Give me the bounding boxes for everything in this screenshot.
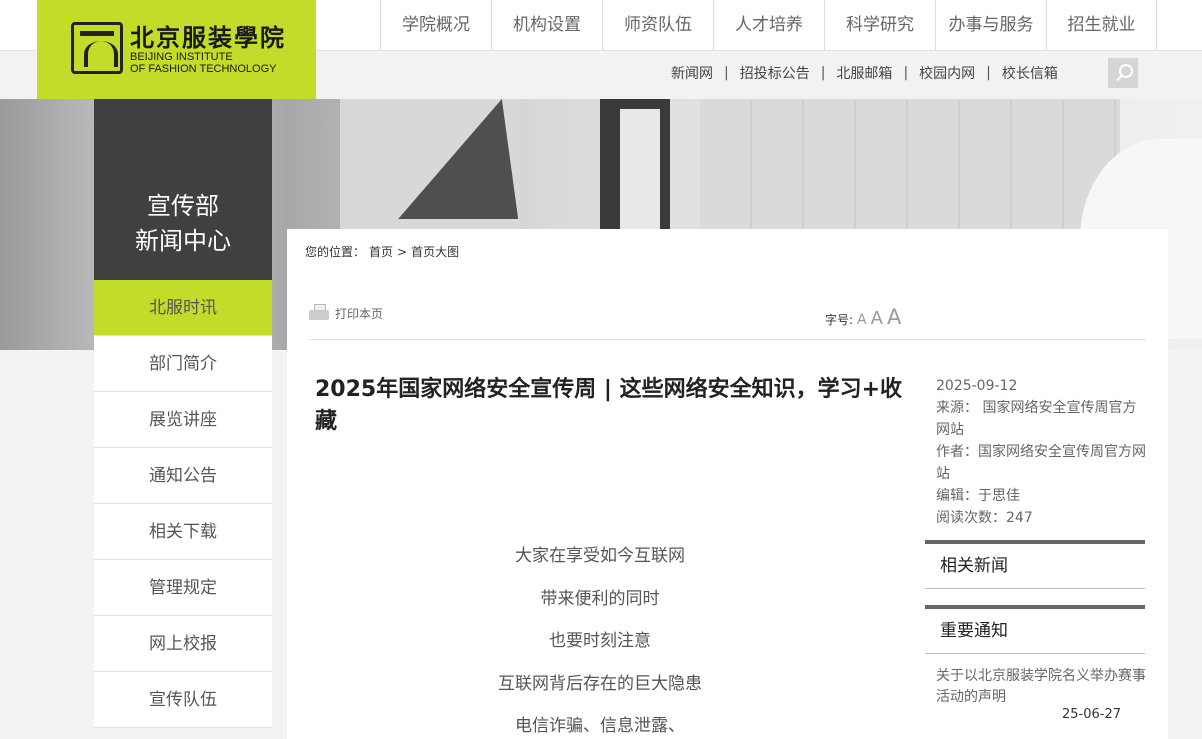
article-source: 来源： 国家网络安全宣传周官方网站 [936,400,1137,438]
notice-date: 25-06-27 [1062,707,1122,722]
breadcrumb: 您的位置： 首页 > 首页大图 [305,243,463,260]
utility-link-news[interactable]: 新闻网 [660,63,724,83]
side-item-regulations[interactable]: 管理规定 [94,560,272,616]
article-paragraph: 也要时刻注意 [549,631,651,651]
printer-icon [309,304,329,322]
breadcrumb-label: 您的位置： [305,245,366,259]
side-menu: 北服时讯 部门简介 展览讲座 通知公告 相关下载 管理规定 网上校报 宣传队伍 [94,280,272,728]
breadcrumb-separator: > [397,245,408,259]
side-item-department-intro[interactable]: 部门简介 [94,336,272,392]
logo-emblem-icon [71,22,123,74]
article-paragraph: 电信诈骗、信息泄露、 [515,716,685,736]
logo-chinese-name: 北京服装學院 [130,23,286,52]
article-paragraph: 带来便利的同时 [540,588,660,609]
article-paragraph: 互联网背后存在的巨大隐患 [498,673,702,694]
utility-link-president-mailbox[interactable]: 校长信箱 [991,63,1069,83]
print-label: 打印本页 [335,306,384,321]
section-title-line-2: 新闻中心 [135,227,231,255]
nav-item-admissions[interactable]: 招生就业 [1046,0,1157,50]
nav-item-education[interactable]: 人才培养 [713,0,824,50]
related-news-heading: 相关新闻 [925,540,1145,589]
side-item-exhibitions[interactable]: 展览讲座 [94,392,272,448]
section-title: 宣传部 新闻中心 [94,189,272,259]
print-button[interactable]: 打印本页 [309,304,383,322]
article-body: 大家在享受如今互联网 带来便利的同时 也要时刻注意 互联网背后存在的巨大隐患 电… [315,535,885,739]
search-icon[interactable] [1108,58,1138,88]
breadcrumb-home-link[interactable]: 首页 [369,245,393,259]
section-title-line-1: 宣传部 [147,192,219,220]
breadcrumb-current-link[interactable]: 首页大图 [411,245,459,259]
article-views: 阅读次数：247 [936,510,1033,526]
article-author: 作者：国家网络安全宣传周官方网站 [936,444,1146,482]
nav-item-faculty[interactable]: 师资队伍 [602,0,713,50]
side-item-online-paper[interactable]: 网上校报 [94,616,272,672]
site-logo[interactable]: 北京服装學院 BEIJING INSTITUTE OF FASHION TECH… [37,0,316,99]
nav-item-overview[interactable]: 学院概况 [380,0,491,50]
logo-english-name: BEIJING INSTITUTE OF FASHION TECHNOLOGY [130,51,277,75]
logo-english-line-2: OF FASHION TECHNOLOGY [130,63,277,75]
logo-english-line-1: BEIJING INSTITUTE [130,51,233,63]
side-item-campus-news[interactable]: 北服时讯 [94,280,272,336]
side-item-notices[interactable]: 通知公告 [94,448,272,504]
article-meta: 2025-09-12 来源： 国家网络安全宣传周官方网站 作者：国家网络安全宣传… [936,375,1146,529]
article-title: 2025年国家网络安全宣传周 | 这些网络安全知识，学习+收藏 [315,377,903,434]
section-title-box: 宣传部 新闻中心 [94,99,272,280]
utility-nav: 新闻网 | 招投标公告 | 北服邮箱 | 校园内网 | 校长信箱 [660,50,1069,95]
important-notices-heading: 重要通知 [925,605,1145,654]
font-size-control: 字号: A A A [825,305,901,329]
side-item-downloads[interactable]: 相关下载 [94,504,272,560]
utility-link-tenders[interactable]: 招投标公告 [729,63,821,83]
side-item-publicity-team[interactable]: 宣传队伍 [94,672,272,728]
nav-item-organization[interactable]: 机构设置 [491,0,602,50]
font-size-medium-button[interactable]: A [871,308,883,329]
font-size-large-button[interactable]: A [887,305,901,329]
article-paragraph: 大家在享受如今互联网 [515,546,685,566]
main-nav: 学院概况 机构设置 师资队伍 人才培养 科学研究 办事与服务 招生就业 [380,0,1157,50]
utility-link-email[interactable]: 北服邮箱 [825,63,903,83]
article-date: 2025-09-12 [936,378,1018,394]
article-editor: 编辑：于思佳 [936,488,1020,504]
utility-link-intranet[interactable]: 校园内网 [908,63,986,83]
toolbar-divider [309,339,1146,340]
font-size-small-button[interactable]: A [857,312,867,328]
notice-link[interactable]: 关于以北京服装学院名义举办赛事活动的声明 [936,666,1146,708]
nav-item-research[interactable]: 科学研究 [824,0,935,50]
font-size-label: 字号: [825,313,854,327]
content-panel: 您的位置： 首页 > 首页大图 打印本页 字号: A A A 2025年国家网络安全宣… [287,229,1168,739]
nav-item-services[interactable]: 办事与服务 [935,0,1046,50]
